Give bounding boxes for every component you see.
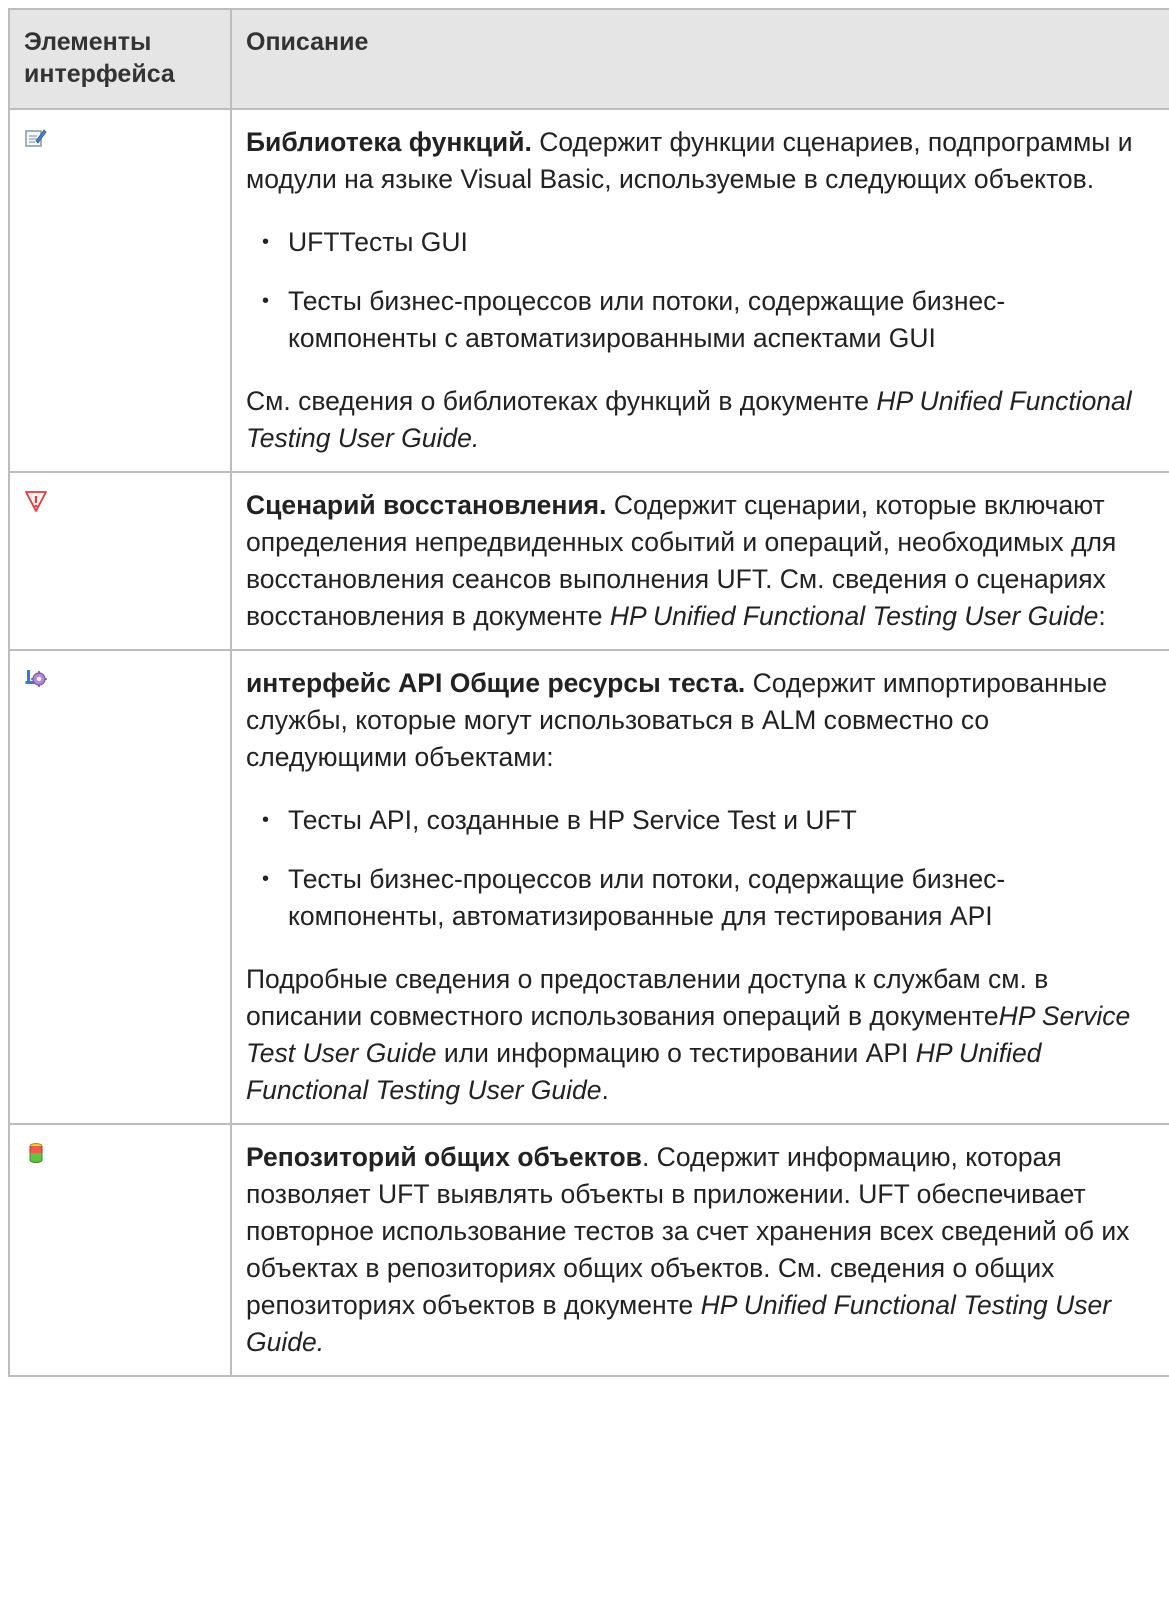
row-title: Репозиторий общих объектов [246,1142,642,1172]
bullet-list: UFTТесты GUI Тесты бизнес-процессов или … [246,224,1151,357]
shared-object-repository-icon [24,1141,48,1165]
note-text: См. сведения о библиотеках функций в док… [246,386,877,416]
row-intro: Библиотека функций. Содержит функции сце… [246,124,1151,198]
header-interface-elements: Элементы интерфейса [8,8,232,110]
table-row: интерфейс API Общие ресурсы теста. Содер… [8,649,1169,1125]
icon-cell [8,649,232,1125]
row-intro: Сценарий восстановления. Содержит сценар… [246,487,1151,635]
note-suffix: . [601,1075,609,1105]
list-item: Тесты бизнес-процессов или потоки, содер… [262,861,1151,935]
row-title: Библиотека функций. [246,127,532,157]
row-intro: Репозиторий общих объектов. Содержит инф… [246,1139,1151,1361]
row-note: Подробные сведения о предоставлении дост… [246,961,1151,1109]
note-text: Подробные сведения о предоставлении дост… [246,964,1049,1031]
row-intro: интерфейс API Общие ресурсы теста. Содер… [246,665,1151,776]
description-cell: Библиотека функций. Содержит функции сце… [230,108,1169,473]
interface-elements-table: Элементы интерфейса Описание Библиотека [8,8,1169,1377]
row-note: См. сведения о библиотеках функций в док… [246,383,1151,457]
table-header-row: Элементы интерфейса Описание [8,8,1169,110]
description-cell: интерфейс API Общие ресурсы теста. Содер… [230,649,1169,1125]
guide-reference: HP Unified Functional Testing User Guide [609,601,1099,631]
icon-cell [8,471,232,651]
row-title: интерфейс API Общие ресурсы теста. [246,668,746,698]
list-item: Тесты API, созданные в HP Service Test и… [262,802,1151,839]
description-cell: Сценарий восстановления. Содержит сценар… [230,471,1169,651]
recovery-scenario-icon [24,489,48,513]
function-library-icon [24,126,48,150]
list-item: UFTТесты GUI [262,224,1151,261]
row-title: Сценарий восстановления. [246,490,607,520]
bullet-list: Тесты API, созданные в HP Service Test и… [246,802,1151,935]
api-test-resources-icon [24,667,48,691]
header-description: Описание [230,8,1169,110]
row-intro-suffix: : [1098,601,1106,631]
table-row: Репозиторий общих объектов. Содержит инф… [8,1123,1169,1377]
note-text: или информацию о тестировании API [436,1038,916,1068]
list-item: Тесты бизнес-процессов или потоки, содер… [262,283,1151,357]
icon-cell [8,108,232,473]
icon-cell [8,1123,232,1377]
table-row: Библиотека функций. Содержит функции сце… [8,108,1169,473]
table-row: Сценарий восстановления. Содержит сценар… [8,471,1169,651]
description-cell: Репозиторий общих объектов. Содержит инф… [230,1123,1169,1377]
